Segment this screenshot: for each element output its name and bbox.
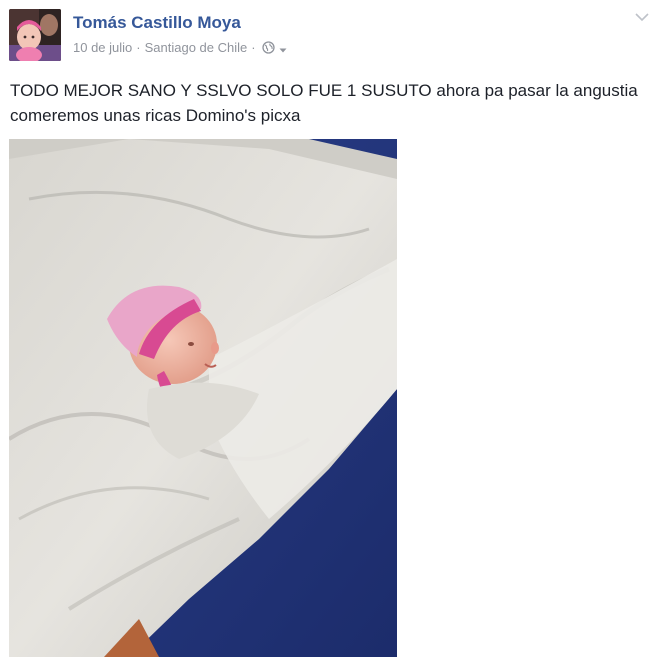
post-date-link[interactable]: 10 de julio — [73, 40, 132, 55]
post-location-link[interactable]: Santiago de Chile — [145, 40, 248, 55]
caret-down-icon[interactable] — [278, 43, 288, 53]
globe-icon[interactable] — [261, 41, 275, 54]
author-avatar[interactable] — [9, 9, 61, 61]
meta-separator: · — [136, 40, 141, 55]
post-photo[interactable] — [9, 139, 397, 657]
author-name-link[interactable]: Tomás Castillo Moya — [73, 13, 241, 33]
facebook-post: Tomás Castillo Moya 10 de julio · Santia… — [0, 0, 660, 663]
post-meta: 10 de julio · Santiago de Chile · — [73, 40, 288, 55]
doll-under-blanket-image — [9, 139, 397, 657]
meta-separator: · — [251, 40, 256, 55]
avatar-photo — [9, 9, 61, 61]
post-message: TODO MEJOR SANO Y SSLVO SOLO FUE 1 SUSUT… — [10, 81, 638, 125]
chevron-down-icon[interactable] — [634, 10, 650, 22]
